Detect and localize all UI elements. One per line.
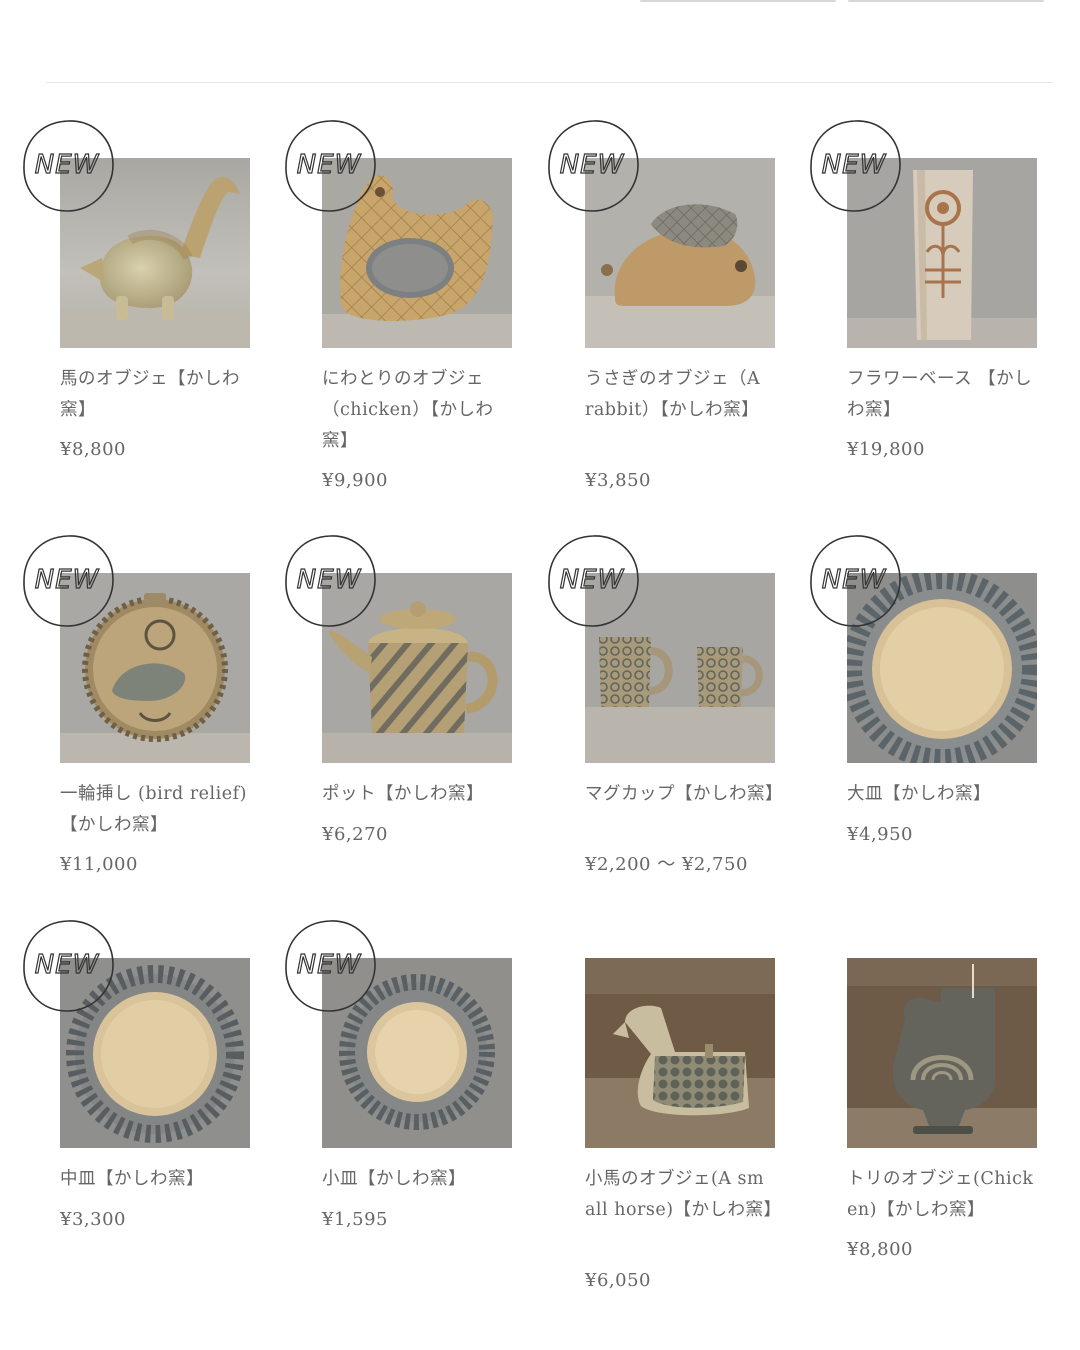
svg-text:NEW: NEW — [297, 950, 362, 980]
product-card[interactable]: NEW 中皿【かしわ窯】 ¥3,300 — [20, 918, 260, 1298]
product-card[interactable]: NEW 一輪挿し (bird relief)【かしわ窯】 ¥11,000 — [20, 533, 260, 913]
bird-object-photo[interactable] — [847, 958, 1037, 1148]
svg-text:NEW: NEW — [560, 565, 625, 595]
small-horse-photo[interactable] — [585, 958, 775, 1148]
product-title[interactable]: 中皿【かしわ窯】 — [60, 1164, 250, 1195]
product-title[interactable]: トリのオブジェ(Chicken)【かしわ窯】 — [847, 1164, 1037, 1226]
new-badge-icon: NEW — [282, 918, 378, 1014]
product-card[interactable]: NEW 小皿【かしわ窯】 ¥1,595 — [282, 918, 522, 1298]
product-price: ¥8,800 — [60, 439, 126, 460]
product-grid: NEW 馬のオブジェ【かしわ窯】 ¥8,800 NEW にわとりのオブジェ（ch… — [20, 118, 1060, 1338]
product-title[interactable]: うさぎのオブジェ（A rabbit）【かしわ窯】 — [585, 364, 775, 426]
new-badge-icon: NEW — [282, 118, 378, 214]
product-price: ¥3,850 — [585, 470, 651, 491]
product-card[interactable]: NEW 馬のオブジェ【かしわ窯】 ¥8,800 — [20, 118, 260, 498]
product-card[interactable]: NEW フラワーベース 【かしわ窯】 ¥19,800 — [807, 118, 1047, 498]
product-price: ¥6,050 — [585, 1270, 651, 1291]
filter-select[interactable] — [848, 0, 1044, 2]
product-title[interactable]: にわとりのオブジェ（chicken）【かしわ窯】 — [322, 364, 512, 457]
top-controls — [640, 0, 1050, 4]
new-badge-icon: NEW — [807, 118, 903, 214]
product-price: ¥6,270 — [322, 824, 388, 845]
svg-text:NEW: NEW — [35, 150, 100, 180]
product-price: ¥11,000 — [60, 854, 138, 875]
product-price: ¥4,950 — [847, 824, 913, 845]
product-title[interactable]: マグカップ【かしわ窯】 — [585, 779, 783, 810]
new-badge-icon: NEW — [282, 533, 378, 629]
product-price: ¥8,800 — [847, 1239, 913, 1260]
product-card[interactable]: NEW ポット【かしわ窯】 ¥6,270 — [282, 533, 522, 913]
product-card[interactable]: NEW 大皿【かしわ窯】 ¥4,950 — [807, 533, 1047, 913]
new-badge-icon: NEW — [807, 533, 903, 629]
new-badge-icon: NEW — [20, 533, 116, 629]
product-card[interactable]: トリのオブジェ(Chicken)【かしわ窯】 ¥8,800 — [807, 918, 1047, 1298]
svg-text:NEW: NEW — [822, 565, 887, 595]
product-price: ¥19,800 — [847, 439, 925, 460]
product-price: ¥3,300 — [60, 1209, 126, 1230]
product-title[interactable]: 一輪挿し (bird relief)【かしわ窯】 — [60, 779, 250, 841]
svg-text:NEW: NEW — [560, 150, 625, 180]
product-title[interactable]: 小馬のオブジェ(A small horse)【かしわ窯】 — [585, 1164, 781, 1226]
product-card[interactable]: NEW マグカップ【かしわ窯】 ¥2,200 〜 ¥2,750 — [545, 533, 785, 913]
product-title[interactable]: 小皿【かしわ窯】 — [322, 1164, 512, 1195]
product-price: ¥9,900 — [322, 470, 388, 491]
product-title[interactable]: 馬のオブジェ【かしわ窯】 — [60, 364, 250, 426]
product-card[interactable]: NEW うさぎのオブジェ（A rabbit）【かしわ窯】 ¥3,850 — [545, 118, 785, 498]
new-badge-icon: NEW — [545, 118, 641, 214]
product-title[interactable]: 大皿【かしわ窯】 — [847, 779, 1037, 810]
product-price: ¥1,595 — [322, 1209, 388, 1230]
divider — [46, 82, 1052, 83]
new-badge-icon: NEW — [545, 533, 641, 629]
svg-text:NEW: NEW — [297, 565, 362, 595]
product-title[interactable]: ポット【かしわ窯】 — [322, 779, 512, 810]
svg-text:NEW: NEW — [35, 565, 100, 595]
product-price: ¥2,200 〜 ¥2,750 — [585, 854, 748, 875]
product-card[interactable]: 小馬のオブジェ(A small horse)【かしわ窯】 ¥6,050 — [545, 918, 785, 1298]
svg-text:NEW: NEW — [822, 150, 887, 180]
product-title[interactable]: フラワーベース 【かしわ窯】 — [847, 364, 1037, 426]
svg-text:NEW: NEW — [297, 150, 362, 180]
new-badge-icon: NEW — [20, 918, 116, 1014]
new-badge-icon: NEW — [20, 118, 116, 214]
svg-text:NEW: NEW — [35, 950, 100, 980]
product-card[interactable]: NEW にわとりのオブジェ（chicken）【かしわ窯】 ¥9,900 — [282, 118, 522, 498]
sort-select[interactable] — [640, 0, 836, 2]
